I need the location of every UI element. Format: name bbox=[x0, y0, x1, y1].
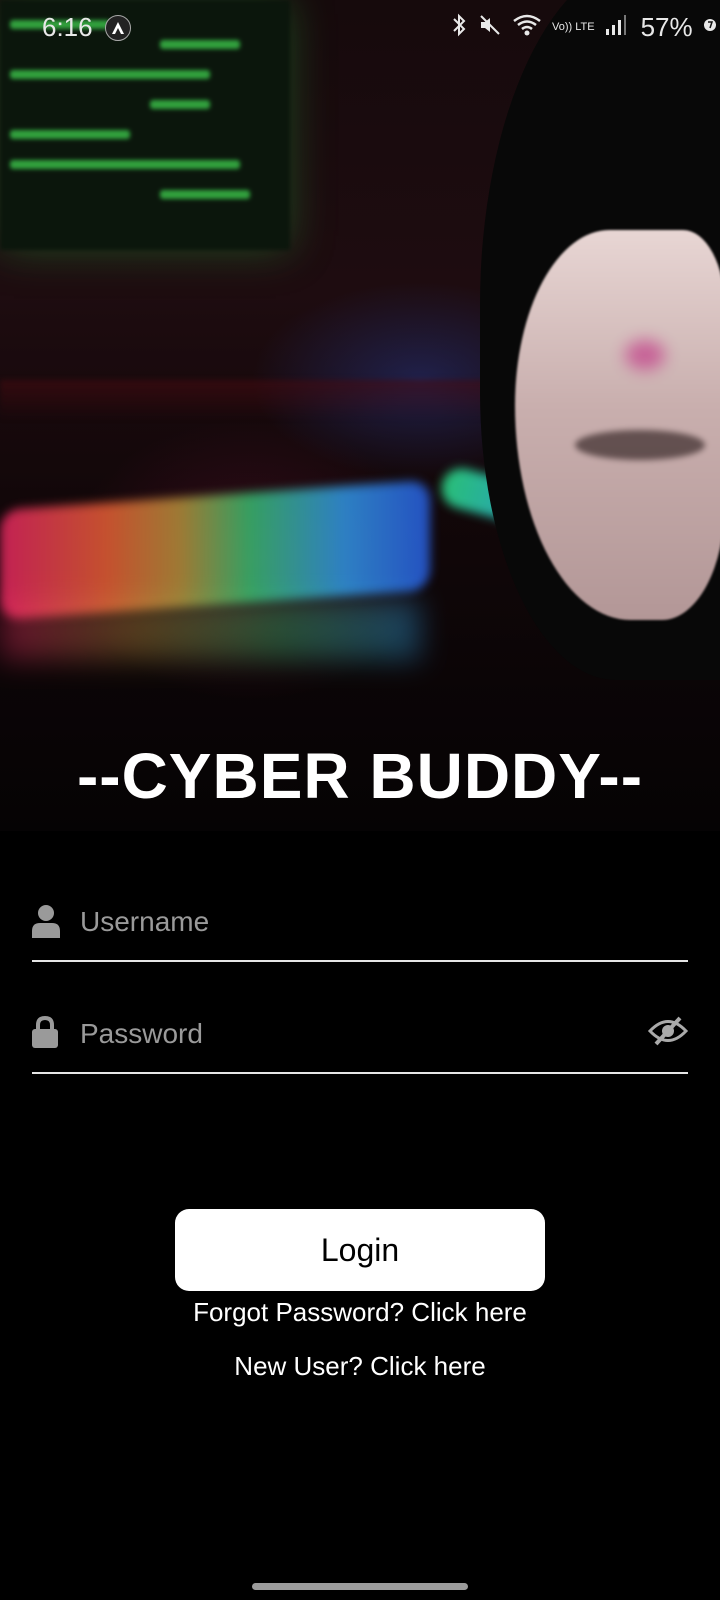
app-notification-icon bbox=[105, 15, 131, 41]
user-icon bbox=[32, 904, 60, 943]
new-user-link[interactable]: New User? Click here bbox=[0, 1351, 720, 1382]
battery-percent: 57% bbox=[640, 11, 693, 42]
forgot-password-link[interactable]: Forgot Password? Click here bbox=[0, 1297, 720, 1328]
password-input[interactable] bbox=[78, 1008, 602, 1060]
keyboard-reflection bbox=[0, 600, 420, 660]
battery-icon bbox=[703, 18, 717, 37]
eye-slash-icon[interactable] bbox=[647, 1016, 689, 1050]
app-title: --CYBER BUDDY-- bbox=[76, 740, 644, 812]
status-icons: Vo)) LTE 57% bbox=[450, 12, 717, 42]
bluetooth-icon bbox=[450, 13, 468, 42]
lock-icon bbox=[32, 1015, 58, 1053]
network-type-label: Vo)) LTE bbox=[552, 20, 595, 33]
mute-icon bbox=[478, 13, 502, 42]
login-button[interactable]: Login bbox=[175, 1209, 545, 1291]
hero-background-image: --CYBER BUDDY-- bbox=[0, 0, 720, 831]
username-input[interactable] bbox=[78, 896, 602, 948]
home-indicator[interactable] bbox=[252, 1583, 468, 1590]
wifi-icon bbox=[512, 13, 542, 42]
password-field[interactable] bbox=[32, 1002, 689, 1074]
status-time: 6:16 bbox=[42, 12, 93, 42]
status-bar: 6:16 Vo)) LTE 57% bbox=[0, 0, 720, 56]
username-field[interactable] bbox=[32, 890, 688, 962]
signal-icon bbox=[605, 14, 627, 41]
